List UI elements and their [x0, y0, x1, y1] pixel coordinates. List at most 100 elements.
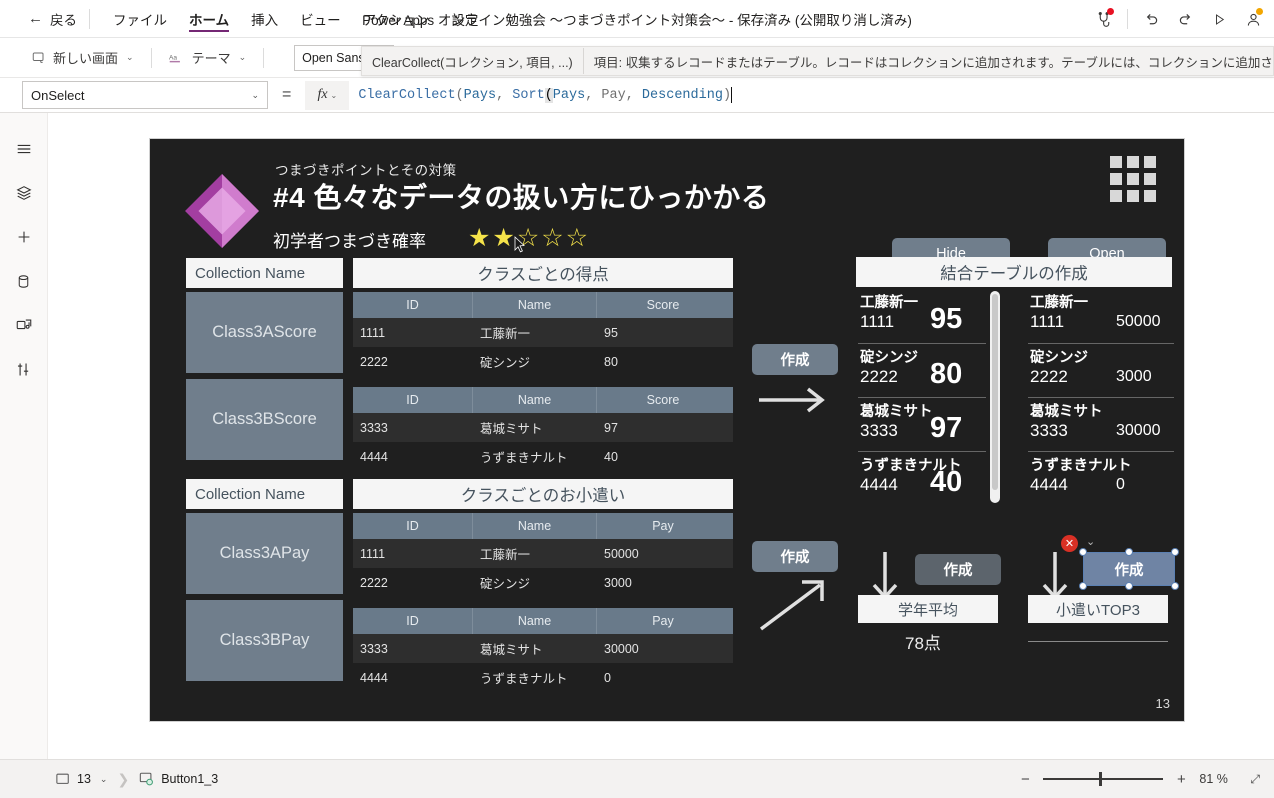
- cell-id: 3333: [360, 420, 388, 435]
- allowance-top3-label: 小遣いTOP3: [1028, 595, 1168, 623]
- formula-token: Pays: [463, 87, 497, 103]
- gallery-item[interactable]: 葛城ミサト 3333 97: [858, 397, 986, 451]
- score-table-b: ID Name Score 3333 葛城ミサト 97 4444 うずまきナルト…: [353, 387, 733, 471]
- col-header-name: Name: [473, 292, 597, 318]
- zoom-out-button[interactable]: −: [1018, 771, 1032, 788]
- tree-view-icon[interactable]: [4, 127, 44, 171]
- app-grid-icon[interactable]: [1110, 156, 1156, 202]
- zoom-in-button[interactable]: +: [1174, 771, 1188, 788]
- col-header-score: Score: [646, 393, 680, 407]
- slide-title: #4 色々なデータの扱い方にひっかかる: [273, 182, 770, 213]
- cell-pay: 50000: [604, 546, 639, 561]
- redo-icon[interactable]: [1168, 0, 1202, 38]
- collection-name-class3ascore[interactable]: Class3AScore: [186, 292, 343, 373]
- data-cylinder-icon[interactable]: [4, 259, 44, 303]
- gallery-item[interactable]: 葛城ミサト 3333 30000: [1028, 397, 1174, 451]
- insert-plus-icon[interactable]: [4, 215, 44, 259]
- menu-item-insert[interactable]: 挿入: [240, 0, 289, 38]
- zoom-slider[interactable]: [1043, 772, 1164, 787]
- gallery-item-value: 0: [1116, 476, 1125, 493]
- selected-control[interactable]: Button1_3: [139, 772, 218, 786]
- resize-handle-n[interactable]: [1125, 548, 1133, 556]
- collection-name-class3bscore[interactable]: Class3BScore: [186, 379, 343, 460]
- chevron-down-icon: ⌄: [99, 773, 108, 784]
- fx-button[interactable]: fx ⌄: [305, 80, 350, 110]
- svg-text:Aa: Aa: [169, 54, 177, 61]
- intellisense-tooltip: ClearCollect(コレクション, 項目, ...) 項目: 収集するレコ…: [361, 46, 1274, 76]
- variables-icon[interactable]: [4, 347, 44, 391]
- gallery-item[interactable]: 碇シンジ 2222 3000: [1028, 343, 1174, 397]
- media-icon[interactable]: [4, 303, 44, 347]
- formula-input[interactable]: ClearCollect(Pays, Sort(Pays, Pay, Desce…: [349, 80, 1274, 110]
- menu-item-action[interactable]: アクション: [352, 0, 441, 38]
- table-title-pay: クラスごとのお小遣い: [353, 479, 733, 509]
- gallery-item[interactable]: 工藤新一 1111 50000: [1028, 289, 1174, 343]
- create-button-2[interactable]: 作成: [752, 541, 838, 572]
- back-button[interactable]: ← 戻る: [28, 9, 77, 29]
- create-button-3[interactable]: 作成: [915, 554, 1001, 585]
- formula-token: (: [544, 87, 553, 103]
- undo-icon[interactable]: [1134, 0, 1168, 38]
- theme-button[interactable]: Aa テーマ ⌄: [160, 44, 256, 72]
- table-row[interactable]: 2222 碇シンジ 3000: [353, 568, 733, 597]
- cell-score: 97: [604, 420, 618, 435]
- join-pay-gallery[interactable]: 工藤新一 1111 50000 碇シンジ 2222 3000 葛城ミサト 3333 30000 う…: [1028, 289, 1174, 505]
- collection-name-class3apay[interactable]: Class3APay: [186, 513, 343, 594]
- new-screen-button[interactable]: 新しい画面 ⌄: [22, 44, 143, 72]
- formula-token: ClearCollect: [358, 87, 456, 103]
- gallery-item[interactable]: 工藤新一 1111 95: [858, 289, 986, 343]
- menu-item-settings[interactable]: 設定: [440, 0, 489, 38]
- power-apps-studio: ← 戻る ファイル ホーム 挿入 ビュー アクション 設定 Power Apps…: [0, 0, 1274, 798]
- table-row[interactable]: 4444 うずまきナルト 0: [353, 663, 733, 692]
- property-select[interactable]: OnSelect ⌄: [22, 81, 268, 109]
- screen-selector[interactable]: 13 ⌄: [56, 772, 107, 786]
- menu-item-home[interactable]: ホーム: [178, 0, 240, 38]
- fit-to-screen-icon[interactable]: ⤢: [1250, 772, 1260, 787]
- join-table-title: 結合テーブルの作成: [856, 257, 1172, 287]
- app-checker-icon[interactable]: [1087, 0, 1121, 38]
- cell-id: 4444: [360, 670, 388, 685]
- menu-item-view[interactable]: ビュー: [289, 0, 352, 38]
- table-row[interactable]: 1111 工藤新一 50000: [353, 539, 733, 568]
- table-row[interactable]: 1111 工藤新一 95: [353, 318, 733, 347]
- gallery-scroll-thumb[interactable]: [992, 294, 998, 490]
- slide-page-number: 13: [1155, 696, 1170, 711]
- gallery-item-id: 3333: [1030, 421, 1068, 440]
- account-icon[interactable]: [1236, 0, 1270, 38]
- resize-handle-ne[interactable]: [1171, 548, 1179, 556]
- chevron-down-icon[interactable]: ⌄: [1086, 535, 1095, 548]
- gallery-item[interactable]: 碇シンジ 2222 80: [858, 343, 986, 397]
- gallery-item-name: 工藤新一: [1030, 295, 1088, 311]
- play-preview-icon[interactable]: [1202, 0, 1236, 38]
- cell-name: 碇シンジ: [480, 577, 531, 591]
- gallery-scrollbar[interactable]: [990, 291, 1000, 503]
- error-badge-icon[interactable]: ✕: [1061, 535, 1078, 552]
- cell-name: 工藤新一: [480, 327, 531, 341]
- create-button-4-selected[interactable]: 作成: [1083, 552, 1175, 586]
- join-score-gallery[interactable]: 工藤新一 1111 95 碇シンジ 2222 80 葛城ミサト 3333 97 うずまきナルト 44…: [858, 289, 986, 505]
- zoom-slider-thumb[interactable]: [1099, 772, 1102, 787]
- resize-handle-sw[interactable]: [1079, 582, 1087, 590]
- resize-handle-s[interactable]: [1125, 582, 1133, 590]
- resize-handle-nw[interactable]: [1079, 548, 1087, 556]
- top-menu-bar: ← 戻る ファイル ホーム 挿入 ビュー アクション 設定 Power Apps…: [0, 0, 1274, 38]
- gallery-item[interactable]: うずまきナルト 4444 0: [1028, 451, 1174, 505]
- collection-name-class3bpay[interactable]: Class3BPay: [186, 600, 343, 681]
- gallery-item-name: 碇シンジ: [1030, 350, 1088, 366]
- gallery-item-id: 2222: [860, 367, 898, 386]
- zoom-controls: − + 81 % ⤢: [1018, 771, 1274, 788]
- resize-handle-se[interactable]: [1171, 582, 1179, 590]
- table-row[interactable]: 2222 碇シンジ 80: [353, 347, 733, 376]
- gallery-item[interactable]: うずまきナルト 4444 40: [858, 451, 986, 505]
- table-row[interactable]: 3333 葛城ミサト 97: [353, 413, 733, 442]
- app-screen-canvas[interactable]: つまづきポイントとその対策 #4 色々なデータの扱い方にひっかかる 初学者つまづ…: [150, 139, 1184, 721]
- create-button-1[interactable]: 作成: [752, 344, 838, 375]
- table-row[interactable]: 4444 うずまきナルト 40: [353, 442, 733, 471]
- table-row[interactable]: 3333 葛城ミサト 30000: [353, 634, 733, 663]
- gallery-item-id: 4444: [1030, 475, 1068, 494]
- gallery-item-name: 工藤新一: [860, 295, 918, 311]
- menu-item-file[interactable]: ファイル: [102, 0, 178, 38]
- cell-id: 2222: [360, 575, 388, 590]
- formula-token: Sort: [512, 87, 545, 103]
- layers-icon[interactable]: [4, 171, 44, 215]
